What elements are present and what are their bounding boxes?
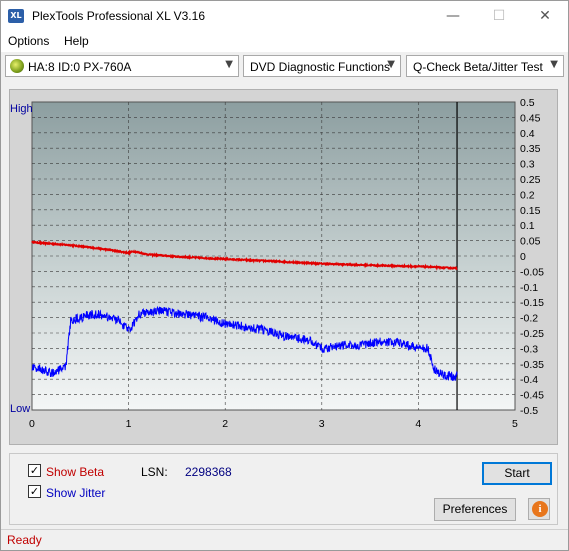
test-select[interactable]: Q-Check Beta/Jitter Test ▼ bbox=[406, 55, 564, 77]
menu-help[interactable]: Help bbox=[64, 34, 89, 48]
function-select-value: DVD Diagnostic Functions bbox=[250, 60, 391, 74]
x-tick-label: 1 bbox=[126, 418, 132, 430]
test-select-value: Q-Check Beta/Jitter Test bbox=[413, 60, 543, 74]
y-tick-label: 0.15 bbox=[520, 205, 541, 217]
y-tick-label: -0.5 bbox=[520, 405, 538, 417]
toolbar: HA:8 ID:0 PX-760A ▼ DVD Diagnostic Funct… bbox=[1, 52, 568, 82]
close-button[interactable]: ✕ bbox=[522, 1, 568, 31]
status-text: Ready bbox=[7, 533, 42, 547]
minimize-button[interactable]: — bbox=[430, 1, 476, 31]
y-low-label: Low bbox=[10, 403, 30, 415]
app-window: XL PlexTools Professional XL V3.16 — ☐ ✕… bbox=[0, 0, 569, 551]
show-beta-label[interactable]: Show Beta bbox=[46, 465, 104, 479]
preferences-button[interactable]: Preferences bbox=[434, 498, 516, 521]
chevron-down-icon: ▼ bbox=[225, 59, 233, 70]
y-tick-label: 0.4 bbox=[520, 128, 535, 140]
lsn-value: 2298368 bbox=[185, 465, 232, 479]
x-tick-label: 4 bbox=[415, 418, 421, 430]
beta-jitter-chart: High Low 0.50.450.40.350.30.250.20.150.1… bbox=[10, 97, 544, 430]
chart-panel: High Low 0.5 0.45 0.4 0.35 0.3 0.25 0.2 0.15 0.1… bbox=[9, 89, 558, 445]
menu-options[interactable]: Options bbox=[8, 34, 49, 48]
start-button[interactable]: Start bbox=[482, 462, 552, 485]
y-tick-label: 0.35 bbox=[520, 143, 541, 155]
app-logo-icon: XL bbox=[8, 9, 24, 23]
options-panel: ✓ Show Beta ✓ Show Jitter LSN: 2298368 S… bbox=[9, 453, 558, 525]
y-tick-label: 0 bbox=[520, 251, 526, 263]
info-icon: i bbox=[532, 501, 548, 517]
y-tick-label: 0.2 bbox=[520, 189, 535, 201]
x-tick-label: 0 bbox=[29, 418, 35, 430]
y-tick-label: 0.45 bbox=[520, 112, 541, 124]
y-tick-label: -0.25 bbox=[520, 328, 544, 340]
y-tick-label: 0.1 bbox=[520, 220, 535, 232]
x-tick-label: 2 bbox=[222, 418, 228, 430]
menu-bar: Options Help bbox=[1, 31, 568, 52]
y-high-label: High bbox=[10, 103, 33, 115]
y-tick-label: -0.3 bbox=[520, 343, 538, 355]
x-tick-label: 5 bbox=[512, 418, 518, 430]
y-tick-label: -0.35 bbox=[520, 359, 544, 371]
x-tick-label: 3 bbox=[319, 418, 325, 430]
drive-select-value: HA:8 ID:0 PX-760A bbox=[28, 60, 132, 74]
window-title: PlexTools Professional XL V3.16 bbox=[32, 9, 205, 23]
show-jitter-label[interactable]: Show Jitter bbox=[46, 486, 105, 500]
y-tick-label: -0.15 bbox=[520, 297, 544, 309]
function-select[interactable]: DVD Diagnostic Functions ▼ bbox=[243, 55, 401, 77]
y-tick-label: -0.4 bbox=[520, 374, 538, 386]
disc-drive-icon bbox=[10, 59, 24, 73]
maximize-button[interactable]: ☐ bbox=[476, 1, 522, 31]
drive-select[interactable]: HA:8 ID:0 PX-760A ▼ bbox=[5, 55, 239, 77]
chevron-down-icon: ▼ bbox=[387, 59, 395, 70]
y-tick-label: 0.25 bbox=[520, 174, 541, 186]
y-tick-label: 0.5 bbox=[520, 97, 535, 109]
title-bar: XL PlexTools Professional XL V3.16 — ☐ ✕ bbox=[1, 1, 568, 31]
y-tick-label: 0.05 bbox=[520, 236, 541, 248]
info-button[interactable]: i bbox=[528, 498, 550, 520]
y-tick-label: -0.1 bbox=[520, 282, 538, 294]
show-jitter-checkbox[interactable]: ✓ bbox=[28, 485, 41, 498]
status-bar: Ready bbox=[1, 529, 568, 550]
show-beta-checkbox[interactable]: ✓ bbox=[28, 464, 41, 477]
y-tick-label: -0.2 bbox=[520, 313, 538, 325]
chevron-down-icon: ▼ bbox=[550, 59, 558, 70]
y-tick-label: -0.05 bbox=[520, 266, 544, 278]
y-tick-label: 0.3 bbox=[520, 159, 535, 171]
lsn-label: LSN: bbox=[141, 465, 168, 479]
y-tick-label: -0.45 bbox=[520, 390, 544, 402]
